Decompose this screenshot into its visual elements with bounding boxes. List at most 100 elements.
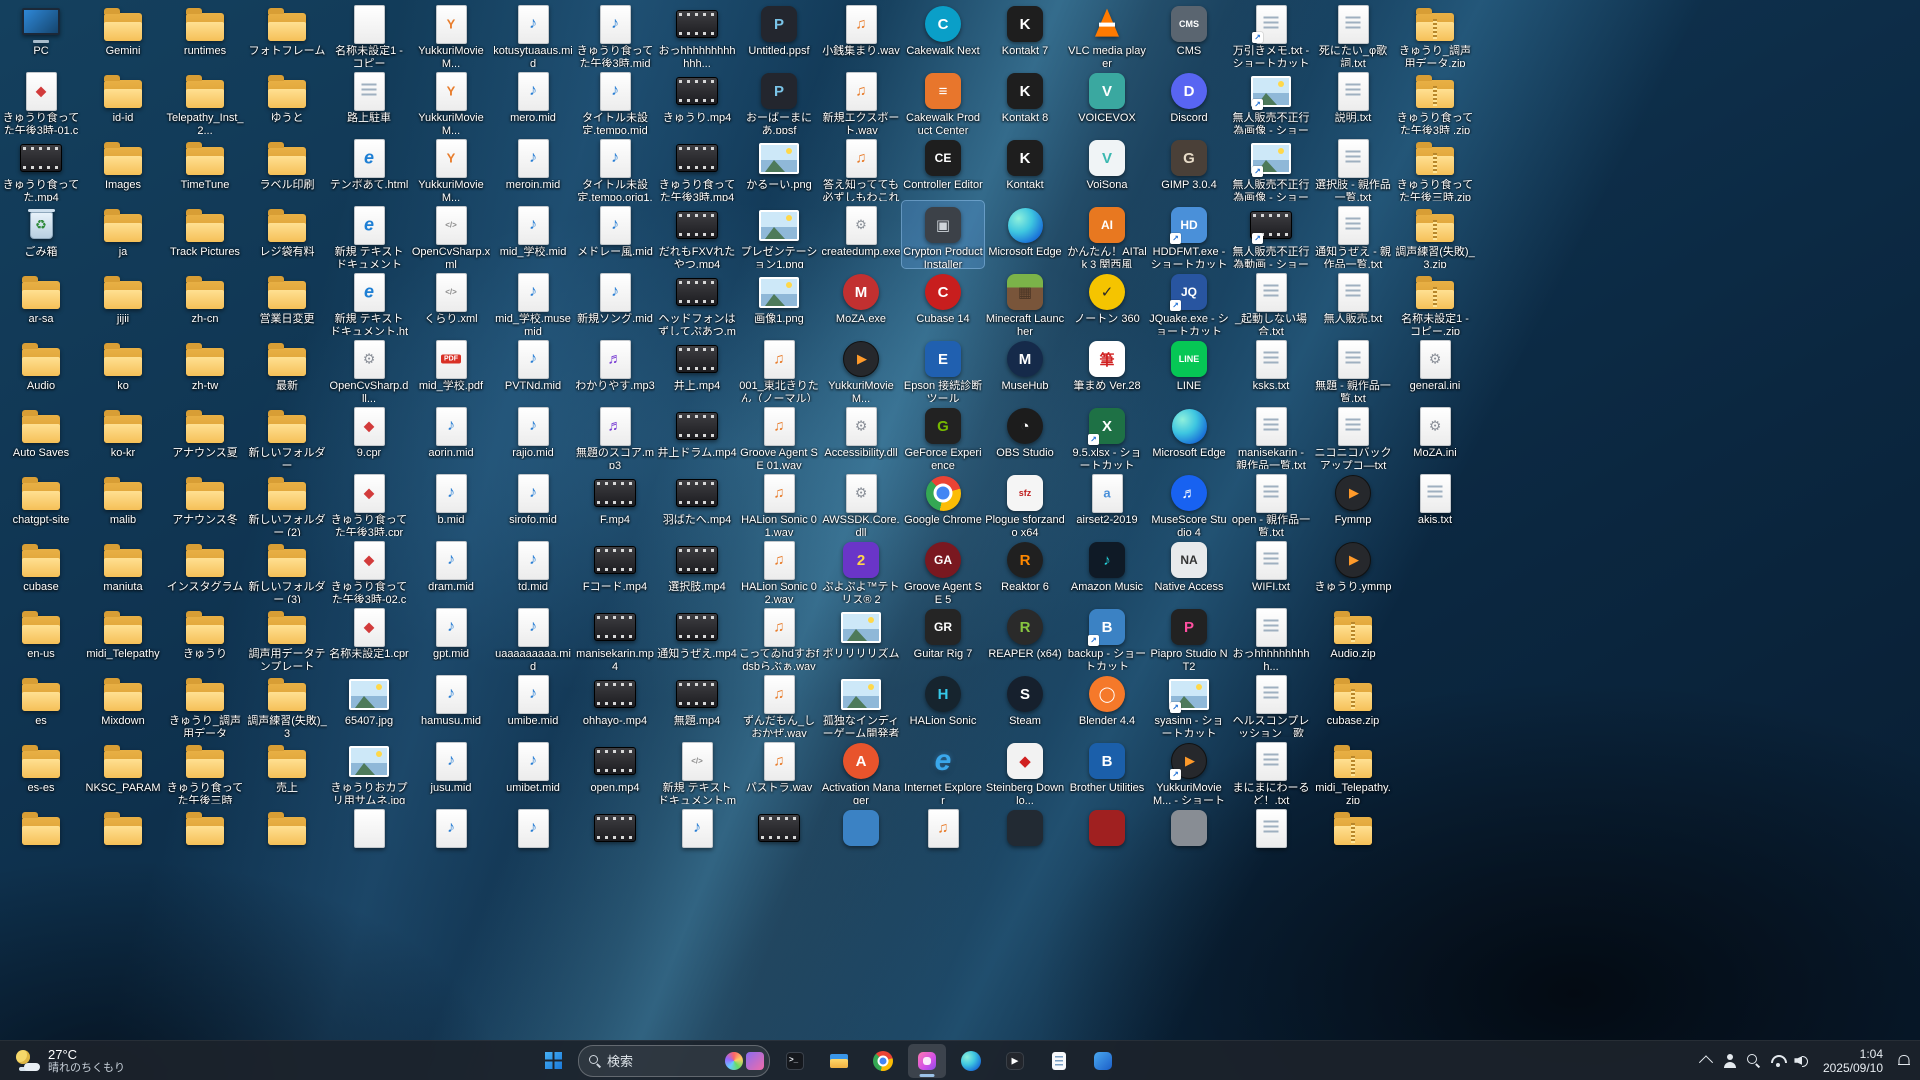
desktop-icon[interactable]: ko-kr [82,402,164,469]
desktop-icon[interactable] [0,804,82,871]
desktop-icon[interactable]: P Untitled.ppsf [738,0,820,67]
desktop-icon[interactable]: runtimes [164,0,246,67]
desktop-icon[interactable]: ◆ 名称未設定1.cpr [328,603,410,670]
desktop-icon[interactable]: アナウンス夏 [164,402,246,469]
desktop-icon[interactable]: 井上ドラム.mp4 [656,402,738,469]
desktop-icon[interactable] [820,804,902,871]
desktop-icon[interactable]: 選択肢 - 親作品一覧.txt [1312,134,1394,201]
tray-magnifier-button[interactable] [1742,1045,1766,1077]
desktop-icon[interactable]: 2 ぷよぷよ™テトリス® 2 [820,536,902,603]
desktop-icon[interactable]: en-us [0,603,82,670]
desktop-icon[interactable]: ♪ td.mid [492,536,574,603]
desktop-icon[interactable]: PC [0,0,82,67]
desktop-icon[interactable]: ニコニコバックアップコ―txt [1312,402,1394,469]
desktop-icon[interactable]: 無人販売.txt [1312,268,1394,335]
desktop-icon[interactable]: ⚙ MoZA.ini [1394,402,1476,469]
desktop-icon[interactable]: ◆きゅうり食ってた午後3時-02.cpr [328,536,410,603]
desktop-icon[interactable]: ar-sa [0,268,82,335]
desktop-icon[interactable]: ♪ きゅうり食ってた午後3時.mid [574,0,656,67]
desktop-icon[interactable]: 最新 [246,335,328,402]
desktop-icon[interactable]: Telepathy_Inst_2... [164,67,246,134]
desktop-icon[interactable]: ♫ HALion Sonic 02.wav [738,536,820,603]
desktop-icon[interactable]: F.mp4 [574,469,656,536]
desktop-icon[interactable]: ヘルスコンプレッション＿歌詞.txt [1230,670,1312,737]
desktop-icon[interactable]: manisekarin - 親作品一覧.txt [1230,402,1312,469]
desktop-icon[interactable]: ≡ Cakewalk Product Center [902,67,984,134]
desktop-icon[interactable]: ⚙ OpenCvSharp.dll... [328,335,410,402]
desktop-icon[interactable]: きゅうり_調声用データ [164,670,246,737]
desktop-icon[interactable] [246,804,328,871]
desktop-icon[interactable]: VLC media player [1066,0,1148,67]
desktop-icon[interactable]: zh-tw [164,335,246,402]
desktop-icon[interactable]: K Kontakt [984,134,1066,201]
desktop-icon[interactable]: zh-cn [164,268,246,335]
desktop-icon[interactable]: ⚙ general.ini [1394,335,1476,402]
desktop-icon[interactable]: ▶ YukkuriMovieM... [820,335,902,402]
desktop-icon[interactable]: 売上 [246,737,328,804]
desktop-icon[interactable]: ja [82,201,164,268]
desktop-icon[interactable]: 調声練習(失敗)_3 [246,670,328,737]
desktop-icon[interactable]: きゅうりおカプリ用サムネ.jpg [328,737,410,804]
desktop-icon[interactable]: きゅうり食ってた午後三時 [164,737,246,804]
desktop-icon[interactable]: JQ ↗ JQuake.exe - ショートカット [1148,268,1230,335]
desktop-icon[interactable]: ↗ 無人販売不正行為動画 - ショートカット [1230,201,1312,268]
taskbar-pink-app-button[interactable] [908,1043,946,1078]
desktop-icon[interactable]: ♪ hamusu.mid [410,670,492,737]
desktop-icon[interactable]: ohhayo-.mp4 [574,670,656,737]
desktop-icon[interactable]: きゅうり食ってた午後三時.zip [1394,134,1476,201]
tray-volume-button[interactable] [1790,1045,1814,1077]
desktop-icon[interactable]: ♪ umibet.mid [492,737,574,804]
desktop-icon[interactable]: H HALion Sonic [902,670,984,737]
desktop-icon[interactable]: レジ袋有料 [246,201,328,268]
desktop-icon[interactable]: ♫ [902,804,984,871]
desktop-icon[interactable]: LINE LINE [1148,335,1230,402]
desktop-icon[interactable]: ◔ OBS Studio [984,402,1066,469]
desktop-icon[interactable]: 画像1.png [738,268,820,335]
desktop-icon[interactable]: GR Guitar Rig 7 [902,603,984,670]
desktop-icon[interactable] [1312,804,1394,871]
desktop-icon[interactable]: S Steam [984,670,1066,737]
desktop-icon[interactable]: es-es [0,737,82,804]
taskbar-terminal-button[interactable] [776,1044,814,1078]
desktop-icon[interactable]: 路上駐車 [328,67,410,134]
desktop-icon[interactable]: ♬ MuseScore Studio 4 [1148,469,1230,536]
search-input[interactable]: 検索 [578,1044,770,1077]
desktop-icon[interactable]: id-id [82,67,164,134]
desktop-icon[interactable]: ポリリリリズム [820,603,902,670]
desktop-icon[interactable]: Y YukkuriMovieM... [410,67,492,134]
desktop-icon[interactable]: malib [82,469,164,536]
taskbar-notepad-button[interactable] [1040,1044,1078,1078]
desktop-icon[interactable]: cubase [0,536,82,603]
desktop-icon[interactable]: Auto Saves [0,402,82,469]
desktop-icon[interactable]: きゅうり食ってた午後3時 .zip [1394,67,1476,134]
desktop-icon[interactable] [1230,804,1312,871]
desktop-icon[interactable]: ♪ jusu.mid [410,737,492,804]
desktop-icon[interactable]: ♬ わかりやす.mp3 [574,335,656,402]
desktop-icon[interactable]: 井上.mp4 [656,335,738,402]
desktop-icon[interactable]: ラベル印刷 [246,134,328,201]
desktop-icon[interactable]: きゅうり食ってた.mp4 [0,134,82,201]
desktop-icon[interactable]: ◆ 9.cpr [328,402,410,469]
desktop-icon[interactable]: ko [82,335,164,402]
desktop-icon[interactable]: 選択肢.mp4 [656,536,738,603]
taskbar-media-player-button[interactable] [996,1044,1034,1078]
desktop-icon[interactable]: ゆうと [246,67,328,134]
desktop-icon[interactable] [164,804,246,871]
desktop-icon[interactable]: P おーばーまにあ.ppsf [738,67,820,134]
desktop-icon[interactable]: Track Pictures [164,201,246,268]
desktop-icon[interactable]: おっhhhhhhhhhhhh... [656,0,738,67]
desktop-icon[interactable]: ⚙ AWSSDK.Core.dll [820,469,902,536]
desktop-icon[interactable] [328,804,410,871]
desktop-icon[interactable]: e新規 テキスト ドキュメント.html [328,268,410,335]
desktop-icon[interactable]: ♻ ごみ箱 [0,201,82,268]
desktop-icon[interactable]: G GIMP 3.0.4 [1148,134,1230,201]
desktop-icon[interactable]: インスタグラム [164,536,246,603]
notification-button[interactable] [1892,1045,1916,1077]
desktop-icon[interactable]: Fコード.mp4 [574,536,656,603]
desktop-icon[interactable]: きゅうり [164,603,246,670]
desktop-icon[interactable]: K Kontakt 8 [984,67,1066,134]
desktop-icon[interactable]: D Discord [1148,67,1230,134]
desktop-icon[interactable]: ♪ Amazon Music [1066,536,1148,603]
desktop-icon[interactable]: open.mp4 [574,737,656,804]
desktop-icon[interactable]: ↗ 万引きメモ.txt - ショートカット [1230,0,1312,67]
